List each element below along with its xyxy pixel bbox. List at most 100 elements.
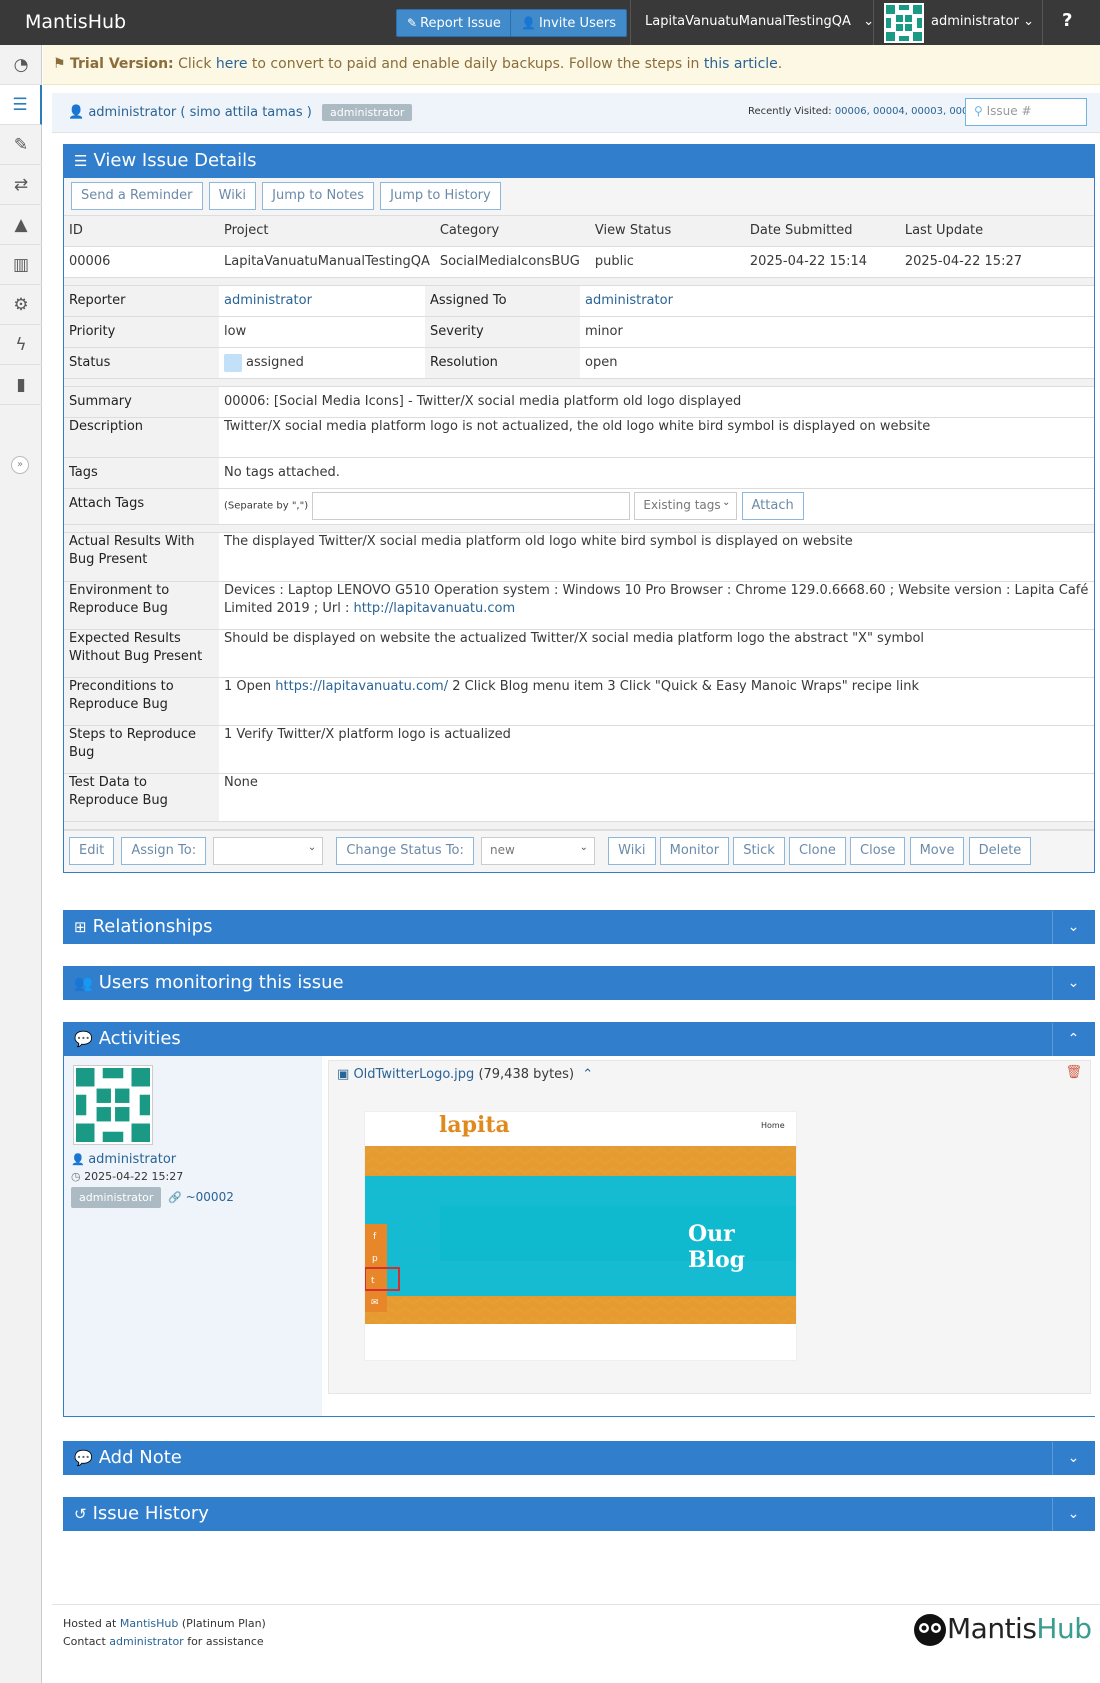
reporter-link[interactable]: administrator [224, 293, 312, 308]
chevron-down-icon[interactable]: ⌄ [1052, 1442, 1094, 1475]
move-button[interactable]: Move [909, 836, 965, 865]
note-permalink[interactable]: ~00002 [186, 1190, 234, 1204]
history-icon: ↺ [74, 1505, 87, 1523]
change-status-select[interactable]: new ⌄ [481, 836, 596, 865]
jump-to-history-button[interactable]: Jump to History [380, 182, 501, 210]
trial-alert: ⚑ Trial Version: Click here to convert t… [43, 45, 1100, 85]
issue-details-widget: ☰ View Issue Details Send a Reminder Wiki… [63, 144, 1095, 873]
attachment-panel: ▣ OldTwitterLogo.jpg (79,438 bytes) ⌃ 🗑 … [328, 1060, 1091, 1394]
footer-logo[interactable]: MantisHub [913, 1612, 1092, 1647]
issue-details-header: ☰ View Issue Details [64, 145, 1094, 178]
attachment-image-preview[interactable]: lapita Home f p t ✉ Our Blog [364, 1111, 797, 1361]
attachment-link[interactable]: OldTwitterLogo.jpg [353, 1067, 474, 1082]
chevron-down-icon[interactable]: ⌄ [1052, 967, 1094, 1000]
wiki-button[interactable]: Wiki [208, 182, 256, 210]
help-button[interactable]: ? [1062, 10, 1072, 31]
footer-admin-link[interactable]: administrator [109, 1635, 183, 1648]
chevron-up-icon[interactable]: ⌃ [582, 1067, 593, 1082]
preconditions-value: 1 Open https://lapitavanuatu.com/ 2 Clic… [219, 677, 1094, 726]
comments-icon: 💬 [74, 1030, 93, 1048]
sidebar: ◔ ☰ ✎ ⇄ ▲ ▥ ⚙ ϟ ▮ » [0, 45, 42, 1683]
severity-value: minor [580, 316, 1094, 348]
monitor-button[interactable]: Monitor [659, 836, 730, 865]
change-status-button[interactable]: Change Status To: [336, 836, 474, 865]
table-row: Reporter administrator Assigned To admin… [64, 286, 1094, 317]
close-button[interactable]: Close [850, 836, 906, 865]
expected-results-label: Expected Results Without Bug Present [64, 629, 219, 678]
sidebar-collapse-icon[interactable]: » [11, 456, 29, 474]
preconditions-url-link[interactable]: https://lapitavanuatu.com/ [275, 679, 448, 694]
send-reminder-button[interactable]: Send a Reminder [71, 182, 203, 210]
column-header: Project [219, 216, 435, 247]
link-icon: 🔗 [168, 1191, 183, 1204]
relationships-header[interactable]: ⊞ Relationships ⌄ [64, 911, 1094, 944]
trash-icon[interactable]: 🗑 [1065, 1065, 1082, 1080]
table-row: Description Twitter/X social media platf… [64, 417, 1094, 458]
environment-url-link[interactable]: http://lapitavanuatu.com [353, 601, 515, 616]
attach-tags-hint: (Separate by ",") [224, 500, 309, 512]
recent-issues-links[interactable]: 00006, 00004, 00003, 00005 [835, 106, 981, 117]
navbar-divider [1042, 0, 1043, 45]
avatar[interactable] [884, 3, 924, 43]
sidebar-item-roadmap[interactable]: ▲ [0, 205, 42, 245]
description-value: Twitter/X social media platform logo is … [219, 417, 1094, 458]
wiki-action-button[interactable]: Wiki [608, 836, 656, 865]
relationships-widget: ⊞ Relationships ⌄ [63, 910, 1095, 944]
issue-history-header[interactable]: ↺ Issue History ⌄ [64, 1498, 1094, 1531]
activity-user-link[interactable]: administrator [88, 1152, 176, 1167]
edit-button[interactable]: Edit [69, 836, 115, 865]
sidebar-item-changelog[interactable]: ⇄ [0, 165, 42, 205]
users-icon: 👥 [74, 974, 93, 992]
activities-header[interactable]: 💬 Activities ⌃ [64, 1023, 1094, 1056]
add-note-header[interactable]: 💬 Add Note ⌄ [64, 1442, 1094, 1475]
recently-visited: Recently Visited: 00006, 00004, 00003, 0… [748, 106, 982, 117]
assign-to-button[interactable]: Assign To: [121, 836, 207, 865]
role-badge: administrator [71, 1187, 162, 1208]
svg-text:t: t [371, 1276, 375, 1286]
issue-id: 00006 [64, 246, 219, 278]
stick-button[interactable]: Stick [733, 836, 785, 865]
sidebar-item-dashboard[interactable]: ◔ [0, 45, 42, 85]
status-color-swatch [224, 353, 242, 372]
chevron-down-icon: ⌄ [1023, 14, 1034, 29]
breadcrumb-user-link[interactable]: administrator ( simo attila tamas ) [88, 105, 312, 120]
jump-to-notes-button[interactable]: Jump to Notes [262, 182, 374, 210]
user-menu[interactable]: administrator ⌄ [931, 14, 1034, 29]
invite-users-button[interactable]: 👤 Invite Users [510, 9, 627, 37]
existing-tags-select[interactable]: Existing tags ⌄ [634, 492, 738, 520]
tags-value: No tags attached. [219, 457, 1094, 489]
chevron-up-icon[interactable]: ⌃ [1052, 1023, 1094, 1056]
issue-summary-table: ID Project Category View Status Date Sub… [64, 216, 1094, 286]
clock-icon: ◷ [71, 1170, 81, 1183]
navbar-divider [873, 0, 874, 45]
road-icon: ▲ [14, 215, 28, 235]
sidebar-item-summary[interactable]: ▥ [0, 245, 42, 285]
sidebar-item-manage[interactable]: ⚙ [0, 285, 42, 325]
issue-search-input[interactable]: ⚲ Issue # [965, 98, 1087, 126]
delete-button[interactable]: Delete [968, 836, 1032, 865]
sidebar-item-integrations[interactable]: ϟ [0, 325, 42, 365]
table-row: Test Data to Reproduce Bug None [64, 773, 1094, 822]
sidebar-item-view-issues[interactable]: ☰ [0, 85, 42, 125]
sidebar-item-docs[interactable]: ▮ [0, 365, 42, 405]
convert-link[interactable]: here [216, 56, 248, 72]
sidebar-item-report-issue[interactable]: ✎ [0, 125, 42, 165]
chevron-down-icon[interactable]: ⌄ [1052, 1498, 1094, 1531]
assigned-link[interactable]: administrator [585, 293, 673, 308]
clone-button[interactable]: Clone [788, 836, 846, 865]
report-issue-button[interactable]: ✎ Report Issue [396, 9, 512, 37]
article-link[interactable]: this article [704, 56, 778, 72]
attach-tags-input[interactable] [312, 492, 631, 520]
brand-logo[interactable]: MantisHub [25, 11, 126, 33]
attach-button[interactable]: Attach [741, 492, 804, 520]
list-icon: ☰ [12, 95, 28, 115]
project-selector[interactable]: LapitaVanuatuManualTestingQA ⌄ [645, 14, 874, 29]
chevron-down-icon[interactable]: ⌄ [1052, 911, 1094, 944]
footer-mantishub-link[interactable]: MantisHub [120, 1617, 179, 1630]
monitoring-header[interactable]: 👥 Users monitoring this issue ⌄ [64, 967, 1094, 1000]
user-plus-icon: 👤 [521, 16, 536, 30]
user-icon: 👤 [68, 105, 85, 120]
svg-text:p: p [372, 1254, 378, 1264]
severity-label: Severity [425, 316, 580, 348]
assign-to-select[interactable]: ⌄ [213, 836, 324, 865]
